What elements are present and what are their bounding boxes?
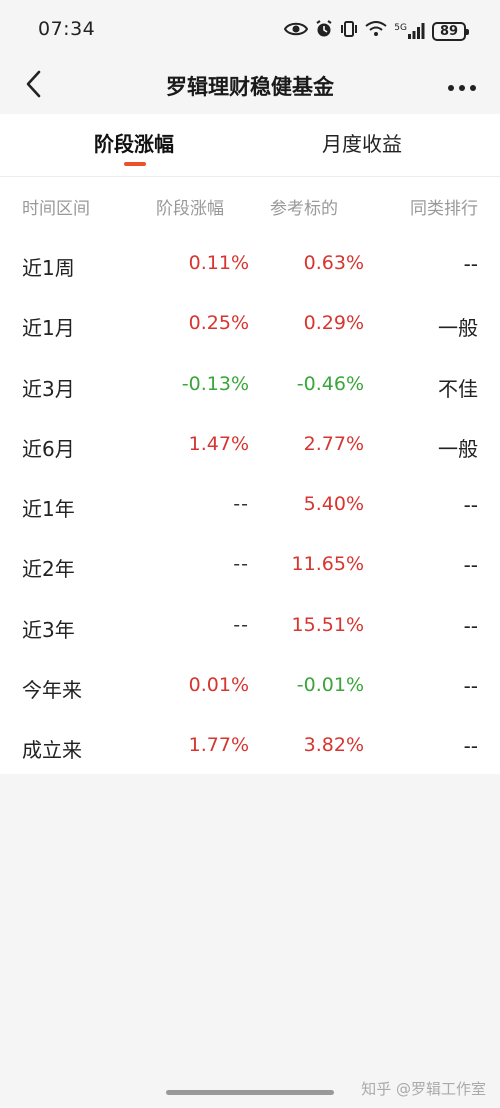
tab-monthly-return[interactable]: 月度收益 bbox=[322, 128, 402, 157]
performance-table: 时间区间 阶段涨幅 参考标的 同类排行 近1周 0.11% 0.63% -- 近1月 0.… bbox=[0, 176, 500, 774]
peer-rank-value: 一般 bbox=[438, 316, 478, 341]
tab-bar: 阶段涨幅 月度收益 bbox=[0, 114, 500, 176]
peer-rank-value: -- bbox=[463, 674, 478, 699]
table-row[interactable]: 近3年 -- 15.51% -- bbox=[0, 597, 500, 657]
peer-rank-value: -- bbox=[463, 493, 478, 518]
benchmark-value: 11.65% bbox=[291, 553, 364, 576]
benchmark-value: 3.82% bbox=[303, 734, 364, 757]
benchmark-value: -0.01% bbox=[296, 674, 364, 697]
watermark: 知乎 @罗辑工作室 bbox=[361, 1080, 486, 1098]
vibrate-icon bbox=[340, 20, 358, 42]
benchmark-value: 2.77% bbox=[303, 432, 364, 455]
peer-rank-value: -- bbox=[463, 252, 478, 276]
status-bar: 07:34 5G 89 bbox=[0, 0, 500, 62]
table-row[interactable]: 近3月 -0.13% -0.46% 不佳 bbox=[0, 356, 500, 416]
stage-change-value: -0.13% bbox=[181, 372, 249, 395]
period-label: 今年来 bbox=[22, 678, 82, 703]
period-label: 近1周 bbox=[22, 256, 75, 280]
stage-change-value: 0.01% bbox=[188, 674, 249, 697]
peer-rank-value: 不佳 bbox=[438, 376, 478, 401]
table-row[interactable]: 近2年 -- 11.65% -- bbox=[0, 536, 500, 596]
table-row[interactable]: 今年来 0.01% -0.01% -- bbox=[0, 657, 500, 717]
eye-icon bbox=[284, 21, 309, 41]
peer-rank-value: -- bbox=[463, 613, 478, 638]
stage-change-value: 1.47% bbox=[188, 432, 249, 455]
period-label: 近6月 bbox=[22, 436, 75, 461]
table-header: 时间区间 阶段涨幅 参考标的 同类排行 bbox=[0, 177, 500, 235]
table-row[interactable]: 近1周 0.11% 0.63% -- bbox=[0, 235, 500, 295]
tab-stage-change[interactable]: 阶段涨幅 bbox=[94, 128, 174, 157]
benchmark-value: 0.29% bbox=[303, 312, 364, 335]
table-row[interactable]: 近6月 1.47% 2.77% 一般 bbox=[0, 416, 500, 476]
benchmark-value: 5.40% bbox=[303, 493, 364, 516]
table-row[interactable]: 近1年 -- 5.40% -- bbox=[0, 476, 500, 536]
stage-change-value: 0.25% bbox=[188, 312, 249, 335]
more-horizontal-icon bbox=[447, 77, 477, 96]
home-indicator[interactable] bbox=[166, 1090, 334, 1095]
benchmark-value: 15.51% bbox=[291, 613, 364, 636]
period-label: 近1年 bbox=[22, 497, 75, 522]
header-benchmark: 参考标的 bbox=[270, 199, 338, 219]
stage-change-value: -- bbox=[233, 613, 249, 636]
header-period: 时间区间 bbox=[22, 199, 90, 219]
stage-change-value: 0.11% bbox=[188, 252, 249, 274]
peer-rank-value: -- bbox=[463, 734, 478, 759]
period-label: 近3月 bbox=[22, 376, 75, 401]
active-tab-indicator bbox=[124, 162, 146, 166]
benchmark-value: 0.63% bbox=[303, 252, 364, 274]
period-label: 近2年 bbox=[22, 557, 75, 582]
nav-bar: 罗辑理财稳健基金 bbox=[0, 62, 500, 110]
signal-label: 5G bbox=[394, 23, 407, 33]
page-title: 罗辑理财稳健基金 bbox=[166, 75, 334, 99]
table-body: 近1周 0.11% 0.63% -- 近1月 0.25% 0.29% 一般 近3月 -0.13% -… bbox=[0, 235, 500, 778]
battery-icon: 89 bbox=[432, 21, 469, 41]
header-rank: 同类排行 bbox=[410, 199, 478, 219]
status-time: 07:34 bbox=[38, 18, 96, 40]
table-row[interactable]: 成立来 1.77% 3.82% -- bbox=[0, 717, 500, 777]
signal-icon: 5G bbox=[394, 23, 425, 39]
wifi-icon bbox=[365, 21, 387, 41]
benchmark-value: -0.46% bbox=[296, 372, 364, 395]
stage-change-value: -- bbox=[233, 493, 249, 516]
period-label: 近1月 bbox=[22, 316, 75, 341]
stage-change-value: -- bbox=[233, 553, 249, 576]
table-row[interactable]: 近1月 0.25% 0.29% 一般 bbox=[0, 295, 500, 355]
more-button[interactable] bbox=[444, 70, 480, 102]
alarm-icon bbox=[315, 20, 333, 42]
stage-change-value: 1.77% bbox=[188, 734, 249, 757]
period-label: 近3年 bbox=[22, 617, 75, 642]
peer-rank-value: 一般 bbox=[438, 436, 478, 461]
peer-rank-value: -- bbox=[463, 553, 478, 578]
status-icons: 5G 89 bbox=[284, 19, 469, 43]
period-label: 成立来 bbox=[22, 738, 82, 763]
header-change: 阶段涨幅 bbox=[156, 199, 224, 219]
